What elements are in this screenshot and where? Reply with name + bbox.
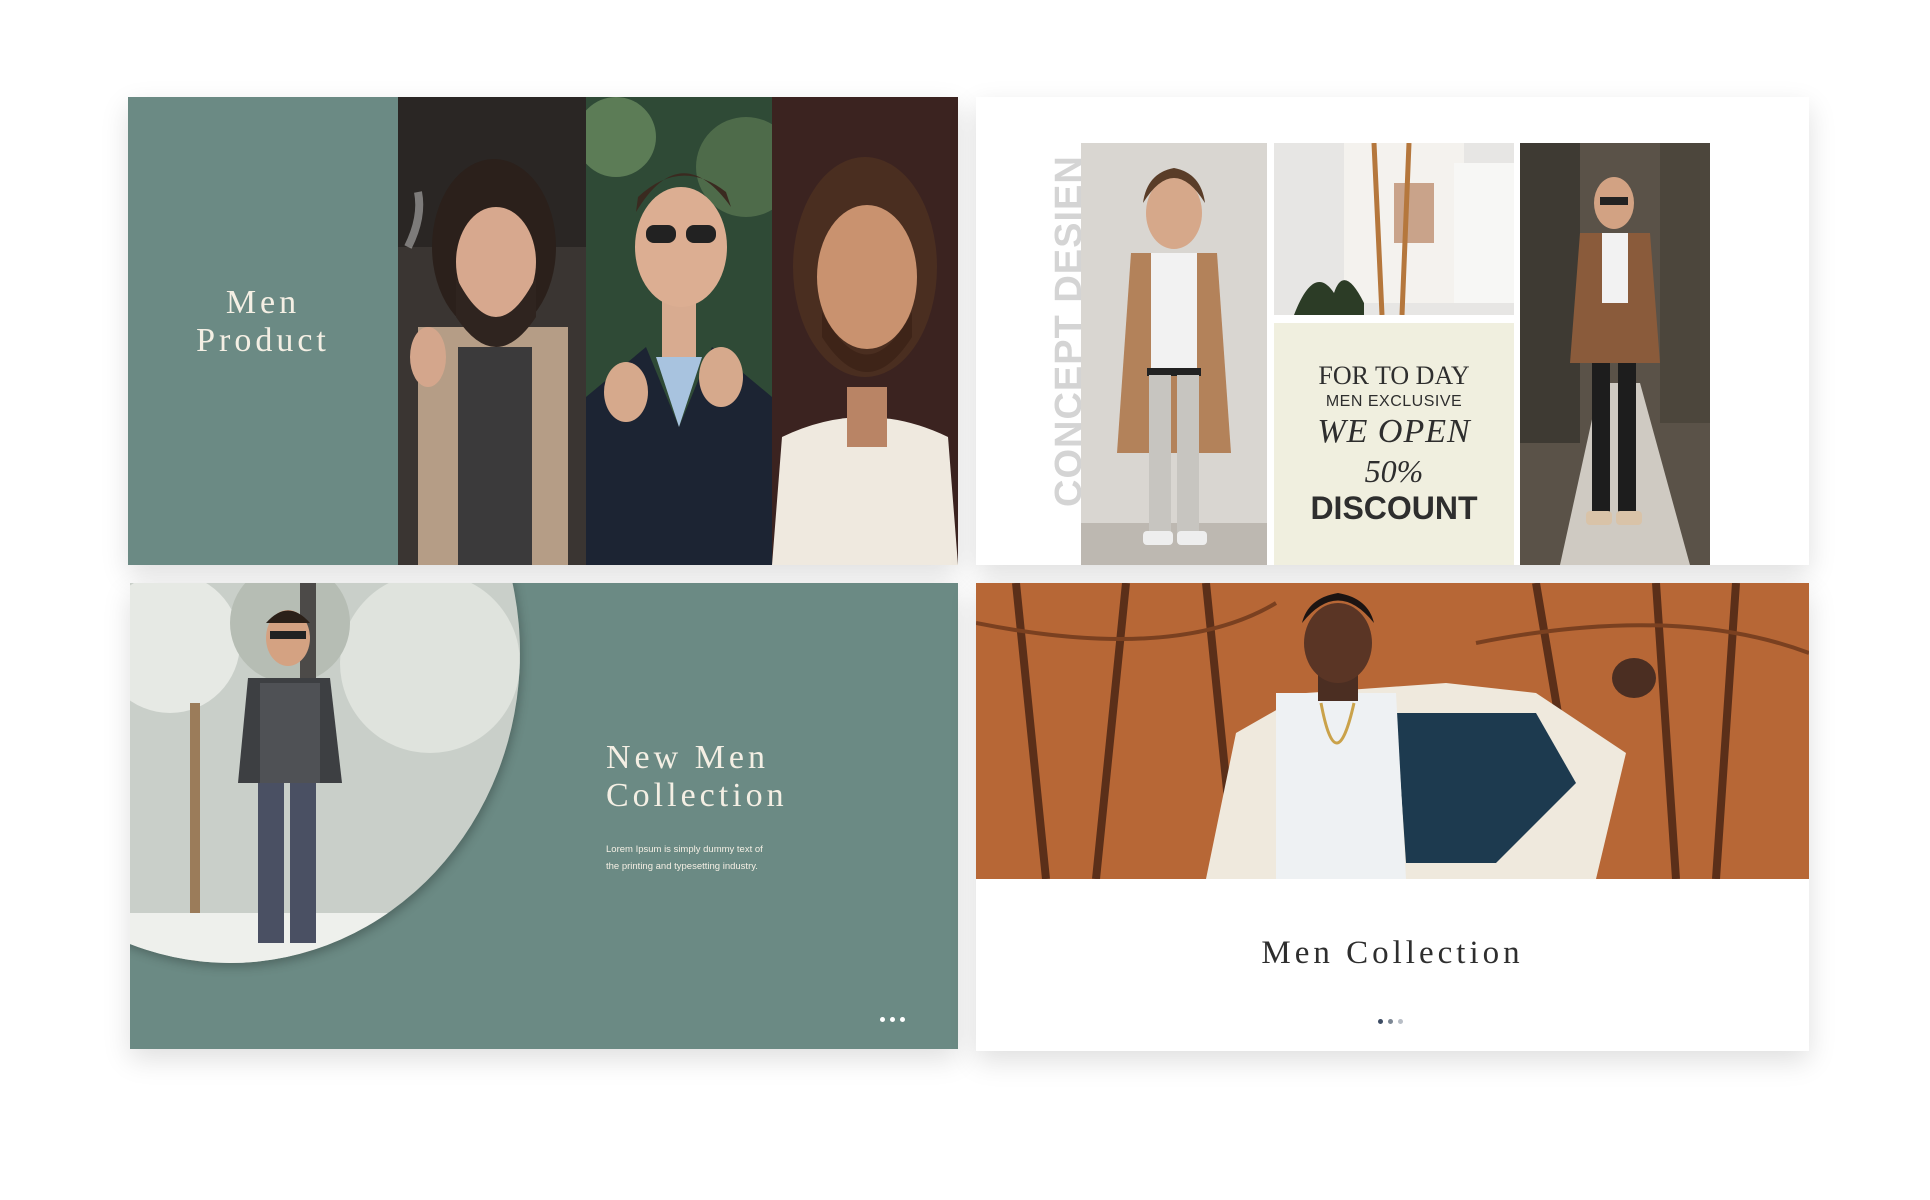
photo-tshirts-rack xyxy=(1274,143,1514,315)
dot-1 xyxy=(880,1017,885,1022)
circular-photo-frame xyxy=(130,583,520,963)
slide-title: New Men Collection xyxy=(606,739,788,815)
promo-line-5: DISCOUNT xyxy=(1310,490,1478,526)
promo-line-4: 50% xyxy=(1364,453,1424,489)
body-line-2: the printing and typesetting industry. xyxy=(606,861,758,872)
title-line-1: Men xyxy=(225,284,301,321)
body-line-1: Lorem Ipsum is simply dummy text of xyxy=(606,844,763,855)
photo-man-smoking xyxy=(398,97,586,565)
slide-concept-discount: CONCEPT DESIEN FOR TO DAY MEN EXCLUSIVE … xyxy=(976,97,1809,565)
photo-man-walking xyxy=(1520,143,1710,565)
pagination-dots xyxy=(1378,1011,1408,1029)
promo-line-3: WE OPEN xyxy=(1317,413,1471,450)
dot-3 xyxy=(1398,1019,1403,1024)
photo-man-patterned-shirt xyxy=(130,583,520,963)
slide-title: Men Product xyxy=(128,284,398,360)
dot-1 xyxy=(1378,1019,1383,1024)
photo-man-camel-coat xyxy=(1081,143,1267,565)
photo-man-portrait xyxy=(772,97,958,565)
discount-promo-card: FOR TO DAY MEN EXCLUSIVE WE OPEN 50% DIS… xyxy=(1274,323,1514,565)
slide-men-product: Men Product xyxy=(128,97,958,565)
slide-men-collection: Men Collection xyxy=(976,583,1809,1051)
title-line-2: Product xyxy=(196,322,330,359)
photo-man-sunglasses xyxy=(586,97,772,565)
body-text: Lorem Ipsum is simply dummy text of the … xyxy=(606,841,806,875)
title-line-1: New Men xyxy=(606,739,770,776)
promo-line-1: FOR TO DAY xyxy=(1318,361,1470,390)
dot-2 xyxy=(890,1017,895,1022)
pagination-dots xyxy=(880,1009,910,1027)
title-line-2: Collection xyxy=(606,777,788,814)
slide-new-men-collection: New Men Collection Lorem Ipsum is simply… xyxy=(130,583,958,1049)
promo-line-2: MEN EXCLUSIVE xyxy=(1325,393,1463,410)
dot-3 xyxy=(900,1017,905,1022)
photo-man-autumn-forest xyxy=(976,583,1809,879)
slide-title: Men Collection xyxy=(1261,935,1524,971)
dot-2 xyxy=(1388,1019,1393,1024)
